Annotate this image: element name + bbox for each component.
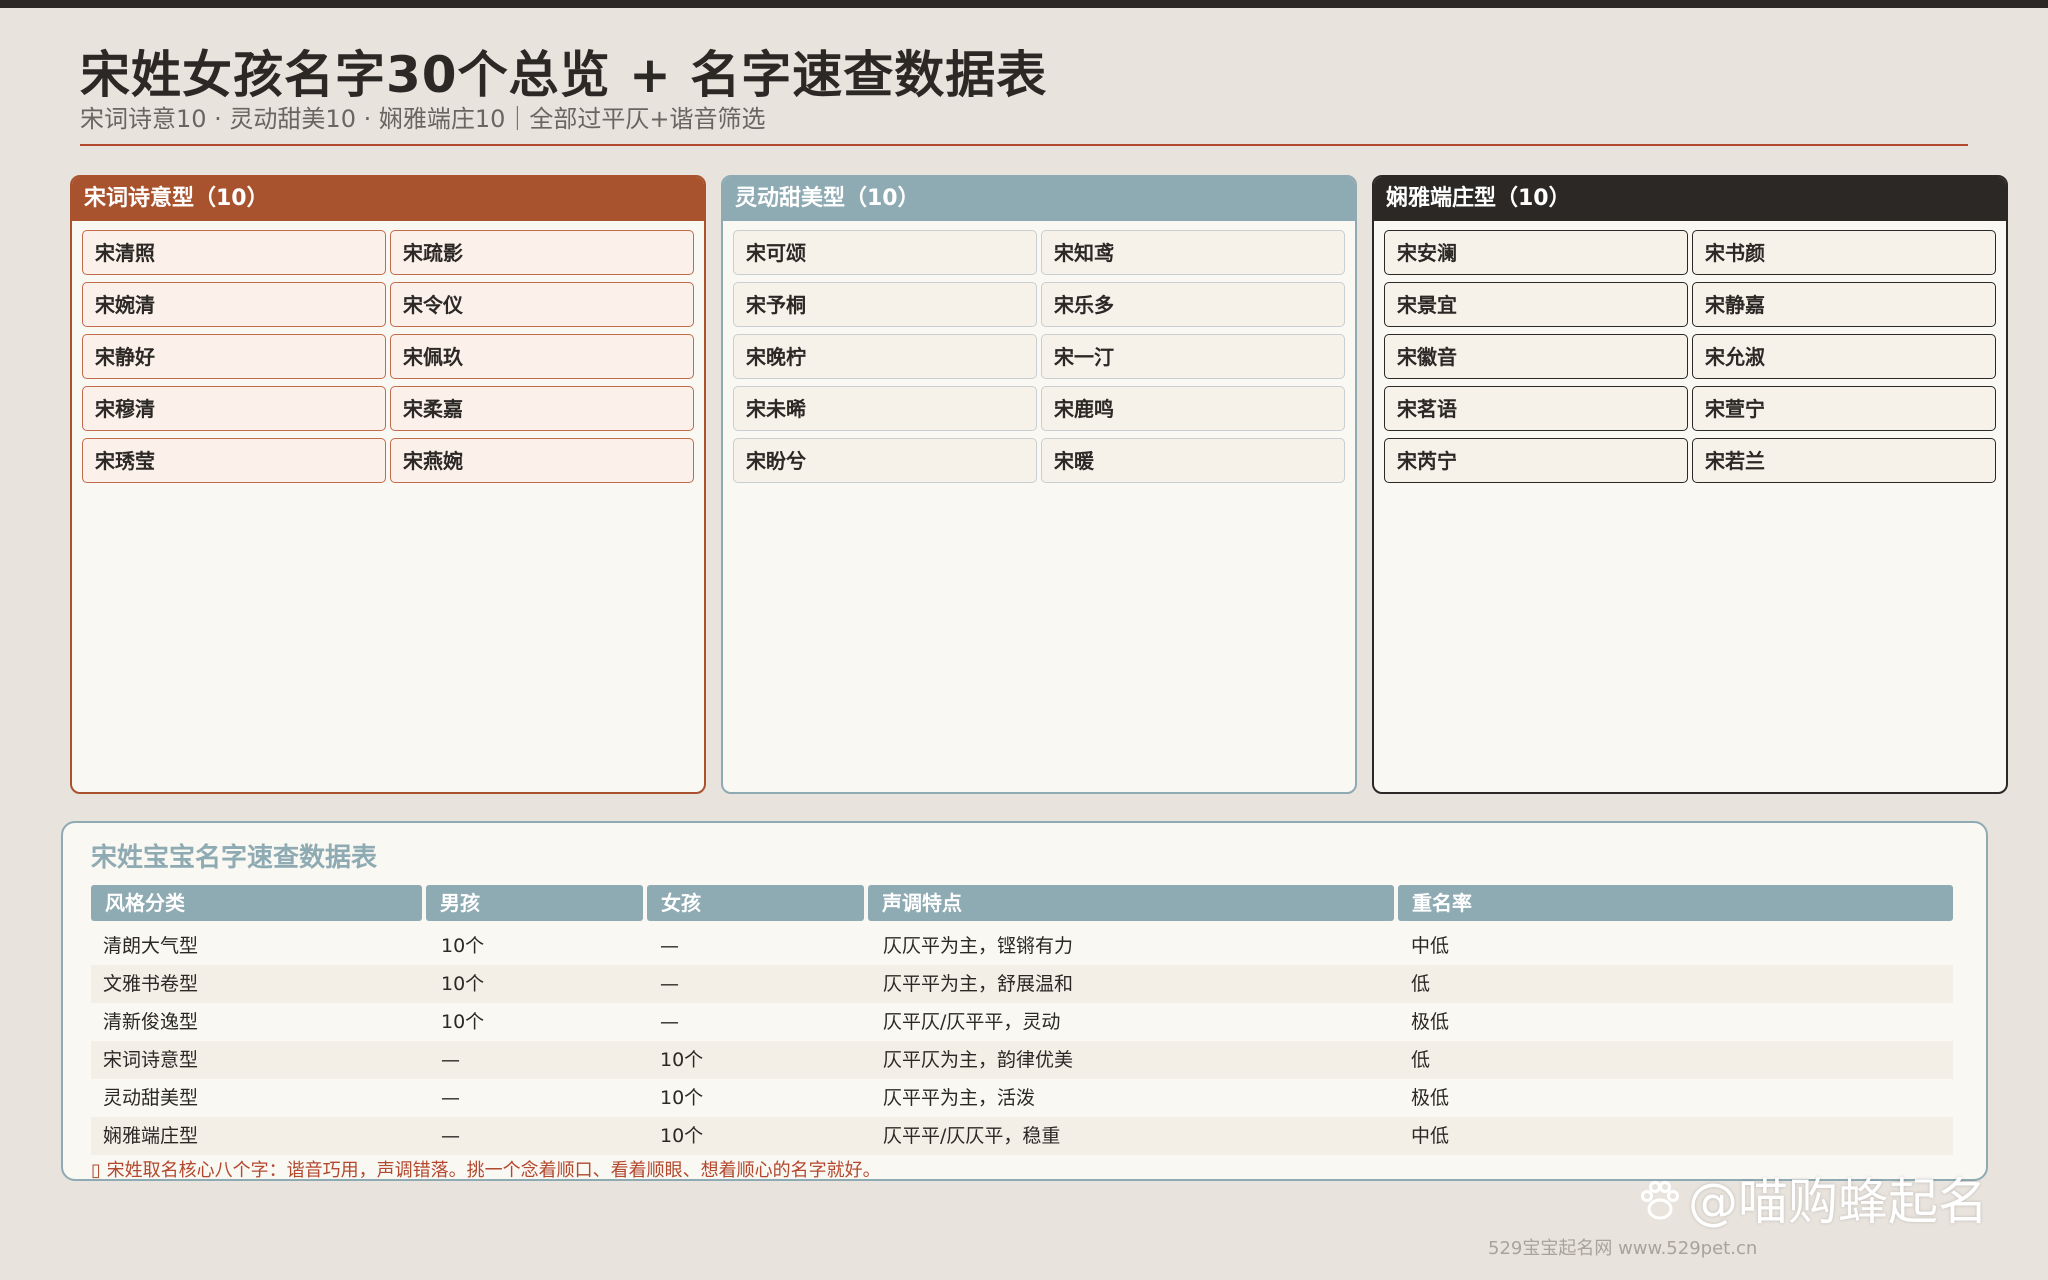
quick-lookup-table-panel: 宋姓宝宝名字速查数据表 风格分类 男孩 女孩 声调特点 重名率 清朗大气型 10个… xyxy=(61,821,1988,1181)
cell-girl: — xyxy=(660,1011,679,1033)
watermark-text: @喵购蜂起名 xyxy=(1688,1173,1988,1231)
panel-elegant-header: 娴雅端庄型（10） xyxy=(1374,177,2006,221)
table-row: 宋词诗意型 — 10个 仄平仄为主，韵律优美 低 xyxy=(91,1041,1953,1079)
page-title: 宋姓女孩名字30个总览 + 名字速查数据表 xyxy=(80,46,1048,104)
cell-style: 清新俊逸型 xyxy=(103,1011,199,1033)
table-row: 清新俊逸型 10个 — 仄平仄/仄平平，灵动 极低 xyxy=(91,1003,1953,1041)
name-card: 宋芮宁 xyxy=(1384,438,1688,483)
cell-boy: 10个 xyxy=(441,1011,485,1033)
cell-style: 灵动甜美型 xyxy=(103,1087,199,1109)
name-card: 宋暖 xyxy=(1041,438,1345,483)
name-card: 宋安澜 xyxy=(1384,230,1688,275)
name-card: 宋盼兮 xyxy=(733,438,1037,483)
cell-boy: — xyxy=(441,1125,460,1147)
cell-boy: — xyxy=(441,1049,460,1071)
name-card: 宋晚柠 xyxy=(733,334,1037,379)
cell-duplicate-rate: 极低 xyxy=(1411,1087,1450,1109)
cell-girl: — xyxy=(660,935,679,957)
table-title: 宋姓宝宝名字速查数据表 xyxy=(91,843,378,873)
name-card: 宋一汀 xyxy=(1041,334,1345,379)
cell-girl: 10个 xyxy=(660,1125,704,1147)
cell-style: 娴雅端庄型 xyxy=(103,1125,199,1147)
name-card: 宋乐多 xyxy=(1041,282,1345,327)
cell-girl: 10个 xyxy=(660,1049,704,1071)
name-card: 宋静好 xyxy=(82,334,386,379)
top-bar xyxy=(0,0,2048,8)
panel-poetic: 宋词诗意型（10） 宋清照 宋疏影 宋婉清 宋令仪 宋静好 宋佩玖 宋穆清 宋柔嘉 宋琇莹 宋燕婉 xyxy=(70,175,706,794)
table-header: 风格分类 男孩 女孩 声调特点 重名率 xyxy=(91,885,1953,921)
footer-site: 529宝宝起名网 www.529pet.cn xyxy=(1488,1238,1758,1259)
cell-tone: 仄平平/仄仄平，稳重 xyxy=(883,1125,1061,1147)
name-card: 宋清照 xyxy=(82,230,386,275)
table-body: 清朗大气型 10个 — 仄仄平为主，铿锵有力 中低 文雅书卷型 10个 — 仄平平为主，舒展温和… xyxy=(91,927,1953,1155)
cell-duplicate-rate: 中低 xyxy=(1411,935,1450,957)
name-card: 宋令仪 xyxy=(390,282,694,327)
cell-tone: 仄平仄为主，韵律优美 xyxy=(883,1049,1074,1071)
table-row: 灵动甜美型 — 10个 仄平平为主，活泼 极低 xyxy=(91,1079,1953,1117)
name-card: 宋若兰 xyxy=(1692,438,1996,483)
column-header-boy: 男孩 xyxy=(426,885,643,921)
table-footnote: ▯ 宋姓取名核心八个字：谐音巧用，声调错落。挑一个念着顺口、看着顺眼、想着顺心的… xyxy=(91,1160,881,1181)
cell-girl: — xyxy=(660,973,679,995)
name-card: 宋予桐 xyxy=(733,282,1037,327)
cell-style: 清朗大气型 xyxy=(103,935,199,957)
column-header-tone: 声调特点 xyxy=(868,885,1394,921)
cell-duplicate-rate: 极低 xyxy=(1411,1011,1450,1033)
name-card: 宋鹿鸣 xyxy=(1041,386,1345,431)
table-row: 娴雅端庄型 — 10个 仄平平/仄仄平，稳重 中低 xyxy=(91,1117,1953,1155)
cell-style: 宋词诗意型 xyxy=(103,1049,199,1071)
name-card: 宋佩玖 xyxy=(390,334,694,379)
column-header-duplicate-rate: 重名率 xyxy=(1398,885,1953,921)
column-header-girl: 女孩 xyxy=(647,885,864,921)
panel-lively-header: 灵动甜美型（10） xyxy=(723,177,1355,221)
cell-duplicate-rate: 低 xyxy=(1411,973,1431,995)
name-card: 宋茗语 xyxy=(1384,386,1688,431)
name-card: 宋可颂 xyxy=(733,230,1037,275)
panel-lively: 灵动甜美型（10） 宋可颂 宋知鸢 宋予桐 宋乐多 宋晚柠 宋一汀 宋未晞 宋鹿鸣 宋盼兮 宋暖 xyxy=(721,175,1357,794)
name-card: 宋婉清 xyxy=(82,282,386,327)
cell-tone: 仄平仄/仄平平，灵动 xyxy=(883,1011,1061,1033)
cell-boy: — xyxy=(441,1087,460,1109)
table-row: 文雅书卷型 10个 — 仄平平为主，舒展温和 低 xyxy=(91,965,1953,1003)
cell-girl: 10个 xyxy=(660,1087,704,1109)
panel-elegant-name-grid: 宋安澜 宋书颜 宋景宜 宋静嘉 宋徽音 宋允淑 宋茗语 宋萱宁 宋芮宁 宋若兰 xyxy=(1374,221,2006,483)
cell-boy: 10个 xyxy=(441,973,485,995)
name-card: 宋徽音 xyxy=(1384,334,1688,379)
name-card: 宋穆清 xyxy=(82,386,386,431)
cell-style: 文雅书卷型 xyxy=(103,973,199,995)
panel-poetic-name-grid: 宋清照 宋疏影 宋婉清 宋令仪 宋静好 宋佩玖 宋穆清 宋柔嘉 宋琇莹 宋燕婉 xyxy=(72,221,704,483)
name-card: 宋景宜 xyxy=(1384,282,1688,327)
name-card: 宋书颜 xyxy=(1692,230,1996,275)
column-header-style: 风格分类 xyxy=(91,885,422,921)
title-divider xyxy=(80,144,1968,146)
name-card: 宋知鸢 xyxy=(1041,230,1345,275)
cell-boy: 10个 xyxy=(441,935,485,957)
panel-poetic-header: 宋词诗意型（10） xyxy=(72,177,704,221)
cell-tone: 仄仄平为主，铿锵有力 xyxy=(883,935,1074,957)
name-card: 宋琇莹 xyxy=(82,438,386,483)
cell-tone: 仄平平为主，舒展温和 xyxy=(883,973,1074,995)
name-card: 宋燕婉 xyxy=(390,438,694,483)
watermark: @喵购蜂起名 xyxy=(1636,1170,1988,1234)
name-card: 宋未晞 xyxy=(733,386,1037,431)
cell-duplicate-rate: 中低 xyxy=(1411,1125,1450,1147)
panel-elegant: 娴雅端庄型（10） 宋安澜 宋书颜 宋景宜 宋静嘉 宋徽音 宋允淑 宋茗语 宋萱宁 宋芮宁 宋若兰 xyxy=(1372,175,2008,794)
paw-icon xyxy=(1641,1181,1679,1220)
cell-duplicate-rate: 低 xyxy=(1411,1049,1431,1071)
table-row: 清朗大气型 10个 — 仄仄平为主，铿锵有力 中低 xyxy=(91,927,1953,965)
name-card: 宋静嘉 xyxy=(1692,282,1996,327)
page-subtitle: 宋词诗意10 · 灵动甜美10 · 娴雅端庄10｜全部过平仄+谐音筛选 xyxy=(80,105,766,133)
name-card: 宋萱宁 xyxy=(1692,386,1996,431)
cell-tone: 仄平平为主，活泼 xyxy=(883,1087,1036,1109)
name-card: 宋柔嘉 xyxy=(390,386,694,431)
name-card: 宋允淑 xyxy=(1692,334,1996,379)
name-card: 宋疏影 xyxy=(390,230,694,275)
panel-lively-name-grid: 宋可颂 宋知鸢 宋予桐 宋乐多 宋晚柠 宋一汀 宋未晞 宋鹿鸣 宋盼兮 宋暖 xyxy=(723,221,1355,483)
